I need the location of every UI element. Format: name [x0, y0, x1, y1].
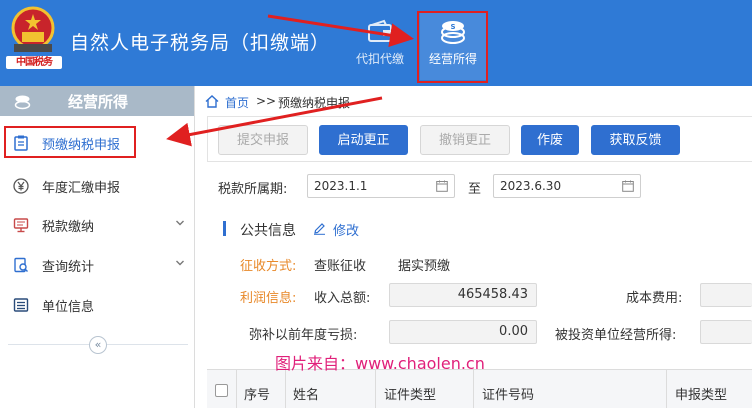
chevron-down-icon — [176, 220, 184, 226]
revenue-total-field[interactable]: 465458.43 — [389, 283, 537, 307]
period-to-label: 至 — [468, 182, 482, 197]
sidebar-item-unit-info[interactable]: 单位信息 — [0, 288, 195, 322]
column-header-index: 序号 — [244, 388, 271, 403]
declaration-table-header: 序号 姓名 证件类型 证件号码 申报类型 — [207, 369, 752, 408]
prior-loss-label: 弥补以前年度亏损: — [249, 328, 358, 343]
column-header-declaration-type: 申报类型 — [675, 388, 728, 403]
period-start-input[interactable]: 2023.1.1 — [307, 174, 455, 198]
calendar-icon — [622, 180, 634, 192]
home-icon — [205, 95, 219, 108]
column-divider — [285, 370, 286, 408]
breadcrumb-current: 预缴纳税申报 — [278, 96, 351, 110]
cost-expense-label: 成本费用: — [626, 291, 683, 306]
sidebar-title: 经营所得 — [68, 93, 129, 111]
monitor-icon — [13, 218, 29, 233]
invested-unit-income-field[interactable] — [700, 320, 752, 344]
calendar-icon — [436, 180, 448, 192]
image-source-watermark: 图片来自：www.chaolen.cn — [275, 354, 485, 373]
start-correction-button[interactable]: 启动更正 — [319, 125, 408, 155]
revenue-total-label: 收入总额: — [314, 291, 371, 306]
sidebar-item-label: 税款缴纳 — [42, 220, 95, 235]
app-header: 中国税务 自然人电子税务局（扣缴端） 代扣代缴 S 经营所得 — [0, 0, 752, 86]
collection-method-detail: 据实预缴 — [398, 259, 451, 274]
public-info-title: 公共信息 — [240, 223, 296, 239]
column-divider — [375, 370, 376, 408]
breadcrumb-separator: >> — [256, 94, 277, 108]
sidebar-item-label: 单位信息 — [42, 300, 95, 315]
app-title: 自然人电子税务局（扣缴端） — [70, 32, 331, 54]
invested-unit-income-label: 被投资单位经营所得: — [555, 328, 677, 343]
wallet-icon — [368, 19, 392, 42]
yen-icon — [13, 178, 29, 194]
cost-expense-field[interactable] — [700, 283, 752, 307]
cancel-correction-button[interactable]: 撤销更正 — [420, 125, 510, 155]
highlight-box-sidebar — [4, 126, 136, 158]
column-header-name: 姓名 — [293, 388, 320, 403]
column-header-id-number: 证件号码 — [482, 388, 535, 403]
sidebar-header: 经营所得 — [0, 86, 194, 116]
column-divider — [473, 370, 474, 408]
national-emblem-icon — [11, 6, 55, 52]
column-header-id-type: 证件类型 — [384, 388, 437, 403]
select-all-checkbox[interactable] — [215, 384, 228, 397]
collection-method-label: 征收方式: — [240, 259, 297, 274]
collection-method-value: 查账征收 — [314, 259, 367, 274]
period-end-input[interactable]: 2023.6.30 — [493, 174, 641, 198]
edit-public-info-link[interactable]: 修改 — [333, 220, 359, 239]
sidebar-item-annual-declaration[interactable]: 年度汇缴申报 — [0, 169, 195, 203]
column-divider — [236, 370, 237, 408]
sidebar-item-tax-payment[interactable]: 税款缴纳 — [0, 208, 195, 242]
sidebar-item-label: 年度汇缴申报 — [42, 181, 121, 196]
period-start-value: 2023.1.1 — [314, 179, 368, 193]
tax-period-label: 税款所属期: — [218, 182, 288, 197]
breadcrumb-home-link[interactable]: 首页 — [225, 94, 249, 111]
nav-withhold-tax[interactable]: 代扣代缴 — [347, 12, 413, 80]
list-icon — [13, 298, 29, 312]
sidebar-item-query-stats[interactable]: 查询统计 — [0, 248, 195, 282]
submit-declaration-button[interactable]: 提交申报 — [218, 125, 308, 155]
coins-icon — [14, 95, 31, 110]
tax-bureau-logo-text: 中国税务 — [6, 56, 62, 69]
edit-icon[interactable] — [313, 222, 326, 235]
void-button[interactable]: 作废 — [521, 125, 579, 155]
highlight-box-nav — [417, 11, 488, 83]
section-marker — [223, 221, 226, 236]
nav-withhold-label: 代扣代缴 — [355, 52, 404, 66]
get-feedback-button[interactable]: 获取反馈 — [591, 125, 680, 155]
action-toolbar: 提交申报 启动更正 撤销更正 作废 获取反馈 — [207, 116, 752, 162]
prior-loss-field[interactable]: 0.00 — [389, 320, 537, 344]
document-search-icon — [14, 257, 28, 273]
profit-info-label: 利润信息: — [240, 291, 297, 306]
period-end-value: 2023.6.30 — [500, 179, 562, 193]
chevron-down-icon — [176, 260, 184, 266]
sidebar-collapse-button[interactable]: « — [89, 336, 107, 354]
column-divider — [666, 370, 667, 408]
sidebar-item-label: 查询统计 — [42, 260, 95, 275]
